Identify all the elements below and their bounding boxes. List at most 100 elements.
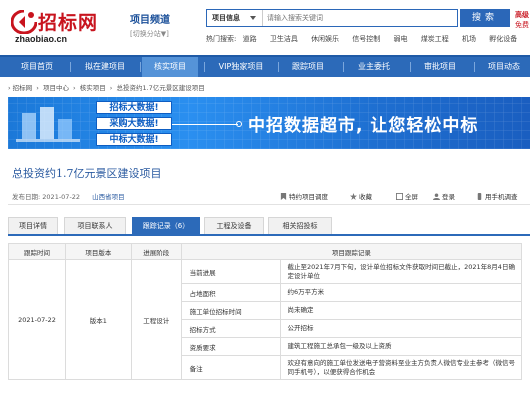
hot-search-item[interactable]: 煤炭工程 xyxy=(421,35,449,43)
switch-site-link[interactable]: [切换分站▼] xyxy=(130,29,170,39)
tab-related-bids[interactable]: 相关招投标 xyxy=(268,217,332,234)
detail-tabs: 项目详情 项目联系人 跟踪记录（6） 工程及设备 相关招投标 xyxy=(8,217,530,236)
nav-divider xyxy=(410,62,411,72)
nav-item-vip[interactable]: VIP独家项目 xyxy=(208,57,274,77)
hot-search: 热门搜索: 道路 卫生洁具 休闲娱乐 信号控制 弱电 煤炭工程 机场 孵化设备 xyxy=(206,34,528,44)
main-nav: 项目首页 拟在建项目 核实项目 VIP独家项目 跟踪项目 业主委托 审批项目 项… xyxy=(0,55,530,77)
favorite-label: 收藏 xyxy=(359,193,372,201)
login-action[interactable]: 登录 xyxy=(433,191,455,201)
record-value: 尚未确定 xyxy=(280,301,522,320)
chevron-down-icon xyxy=(250,16,256,20)
tab-details[interactable]: 项目详情 xyxy=(8,217,58,234)
search-type-label: 项目信息 xyxy=(212,14,240,22)
logo-domain: zhaobiao.cn xyxy=(15,34,68,44)
banner-headline: 中招数据超市, 让您轻松中标 xyxy=(248,116,479,136)
record-label: 占地面积 xyxy=(180,283,282,302)
banner-tag: 中标大数据! xyxy=(96,133,172,146)
table-header-row: 跟踪时间 项目版本 进展阶段 项目跟踪记录 xyxy=(8,243,523,260)
record-value: 欢迎有意向的施工单位发送电子营资料至业主方负责人微信专业主参考（微信号同手机号）… xyxy=(280,355,522,380)
site-logo[interactable]: 招标网 zhaobiao.cn xyxy=(11,8,111,44)
nav-divider xyxy=(278,62,279,72)
record-label: 招标方式 xyxy=(180,319,282,338)
fullscreen-action[interactable]: 全屏 xyxy=(396,191,418,201)
logo-icon xyxy=(11,10,37,34)
favorite-action[interactable]: 收藏 xyxy=(350,191,372,201)
breadcrumb-separator: › xyxy=(73,84,76,92)
user-icon xyxy=(433,193,440,200)
free-link[interactable]: 免费 xyxy=(515,20,529,30)
nav-item-owner[interactable]: 业主委托 xyxy=(346,57,402,77)
breadcrumb-separator: › xyxy=(36,84,39,92)
fullscreen-icon xyxy=(396,193,403,200)
advanced-link[interactable]: 高级 xyxy=(515,10,529,20)
record-label: 施工单位招标时间 xyxy=(180,301,282,320)
breadcrumb-item[interactable]: 核实项目 xyxy=(80,84,106,92)
column-header: 项目版本 xyxy=(64,243,132,260)
data-cube-icon xyxy=(16,107,80,142)
page-title: 总投资约1.7亿元景区建设项目 xyxy=(12,167,162,180)
nav-divider xyxy=(140,62,141,72)
breadcrumb-separator: › xyxy=(109,84,113,92)
nav-item-verified[interactable]: 核实项目 xyxy=(142,57,198,77)
channel-title: 项目频道 xyxy=(130,15,170,26)
record-value: 截止至2021年7月下旬，设计单位招标文件获取时间已截止，2021年8月4日确定… xyxy=(280,259,522,284)
hot-search-label: 热门搜索: xyxy=(206,35,237,43)
divider xyxy=(8,204,530,205)
tab-contacts[interactable]: 项目联系人 xyxy=(64,217,126,234)
hot-search-item[interactable]: 休闲娱乐 xyxy=(311,35,339,43)
column-header: 项目跟踪记录 xyxy=(180,243,523,260)
logo-text: 招标网 xyxy=(38,12,99,34)
search-input[interactable] xyxy=(265,10,455,26)
nav-divider xyxy=(70,62,71,72)
tracking-table: 跟踪时间 项目版本 进展阶段 项目跟踪记录 2021-07-22 版本1 工程设… xyxy=(8,243,523,380)
breadcrumb-item[interactable]: › 招标网 xyxy=(8,84,32,92)
breadcrumb-item[interactable]: 项目中心 xyxy=(43,84,69,92)
hot-search-item[interactable]: 弱电 xyxy=(394,35,408,43)
hot-search-item[interactable]: 信号控制 xyxy=(352,35,380,43)
progress-stage: 工程设计 xyxy=(130,259,182,380)
search-type-select[interactable]: 项目信息 xyxy=(207,10,263,26)
search-button[interactable]: 搜索 xyxy=(460,9,510,27)
bookmark-icon xyxy=(280,193,287,200)
nav-item-approval[interactable]: 审批项目 xyxy=(412,57,468,77)
publish-date: 2021-07-22 xyxy=(42,193,81,201)
publish-label: 发布日期: xyxy=(12,193,41,201)
banner-tag: 招标大数据! xyxy=(96,101,172,114)
promo-banner[interactable]: 招标大数据! 采购大数据! 中标大数据! 中招数据超市, 让您轻松中标 xyxy=(8,97,530,149)
nav-divider xyxy=(343,62,344,72)
channel-block: 项目频道 [切换分站▼] xyxy=(130,11,170,39)
banner-connector xyxy=(172,124,238,125)
hot-search-item[interactable]: 孵化设备 xyxy=(489,35,517,43)
nav-item-tracking[interactable]: 跟踪项目 xyxy=(280,57,336,77)
hot-search-item[interactable]: 道路 xyxy=(243,35,257,43)
hot-search-item[interactable]: 机场 xyxy=(462,35,476,43)
phone-icon xyxy=(477,193,482,200)
mobile-label: 用手机调查 xyxy=(485,193,518,201)
table-row: 2021-07-22 版本1 工程设计 当前进展 截止至2021年7月下旬，设计… xyxy=(8,259,522,380)
mobile-action[interactable]: 用手机调查 xyxy=(476,191,518,201)
column-header: 跟踪时间 xyxy=(8,243,66,260)
record-value: 公开招标 xyxy=(280,319,522,338)
hot-search-item[interactable]: 卫生洁具 xyxy=(270,35,298,43)
star-icon xyxy=(350,193,357,200)
nav-item-news[interactable]: 项目动态 xyxy=(478,57,530,77)
banner-tag: 采购大数据! xyxy=(96,117,172,130)
tab-tracking[interactable]: 跟踪记录（6） xyxy=(132,217,200,234)
record-value: 约6万平方米 xyxy=(280,283,522,302)
search-box: 项目信息 xyxy=(206,9,458,27)
nav-item-home[interactable]: 项目首页 xyxy=(8,57,66,77)
nav-item-proposed[interactable]: 拟在建项目 xyxy=(72,57,138,77)
tab-engineering[interactable]: 工程及设备 xyxy=(204,217,264,234)
province-link[interactable]: 山西省项目 xyxy=(92,193,125,201)
breadcrumb: › 招标网 › 项目中心 › 核实项目 › 总投资约1.7亿元景区建设项目 xyxy=(8,82,207,92)
subscribe-label: 特约项目调度 xyxy=(289,193,328,201)
login-label: 登录 xyxy=(442,193,455,201)
nav-divider xyxy=(204,62,205,72)
breadcrumb-current: 总投资约1.7亿元景区建设项目 xyxy=(116,84,205,92)
tracking-date: 2021-07-22 xyxy=(8,259,66,380)
fullscreen-label: 全屏 xyxy=(405,193,418,201)
banner-dot xyxy=(236,121,242,127)
subscribe-action[interactable]: 特约项目调度 xyxy=(280,191,328,201)
record-label: 资质要求 xyxy=(180,337,282,356)
record-label: 当前进展 xyxy=(180,259,282,284)
